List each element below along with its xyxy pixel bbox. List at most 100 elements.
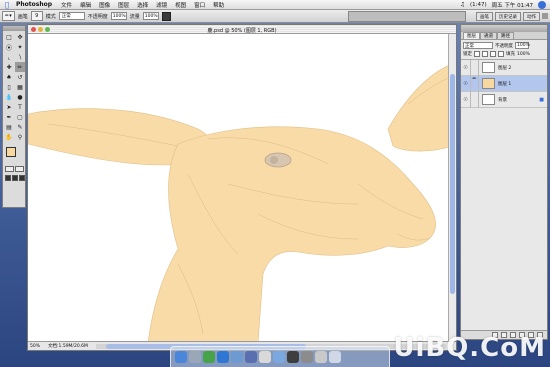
screen-mode-menubar-button[interactable] [12,175,18,181]
lock-position-checkbox[interactable] [490,51,496,57]
dock [170,346,390,367]
notes-tool-icon[interactable]: ▤ [4,122,14,132]
eye-icon[interactable]: ☉ [461,97,470,103]
gradient-tool-icon[interactable]: ▦ [15,82,25,92]
photoshop-icon[interactable] [245,351,257,363]
eyedropper-tool-icon[interactable]: ✎ [15,122,25,132]
palette-tab-actions[interactable]: 动作 [523,12,540,21]
clock[interactable]: 周五 下午 01:47 [492,1,533,9]
menu-help[interactable]: 帮助 [209,1,228,9]
layer-link-cell[interactable] [470,59,479,76]
safari-icon[interactable] [217,351,229,363]
lock-all-checkbox[interactable] [498,51,504,57]
collapse-button[interactable] [542,13,548,19]
screen-mode-full-button[interactable] [19,175,25,181]
path-selection-tool-icon[interactable]: ➤ [4,102,14,112]
layers-panel-titlebar[interactable] [461,25,547,32]
lasso-tool-icon[interactable]: ⦿ [4,42,14,52]
mask-mode-buttons [3,166,25,172]
magic-wand-tool-icon[interactable]: ✦ [15,42,25,52]
brush-tool-preset-button[interactable]: ✏▾ [2,11,15,21]
vertical-scroll-thumb[interactable] [450,74,455,294]
menu-edit[interactable]: 编辑 [76,1,95,9]
shape-tool-icon[interactable]: ▢ [15,112,25,122]
palette-tab-history[interactable]: 历史记录 [495,12,521,21]
screen-mode-buttons [3,175,25,181]
dodge-tool-icon[interactable]: ● [15,92,25,102]
standard-mode-button[interactable] [5,166,14,172]
calendar-icon[interactable] [259,351,271,363]
layer-row[interactable]: ☉ 背景 ■ [461,91,547,108]
lock-image-checkbox[interactable] [482,51,488,57]
iphoto-icon[interactable] [273,351,285,363]
marquee-tool-icon[interactable]: □ [4,32,14,42]
type-tool-icon[interactable]: T [15,102,25,112]
crop-tool-icon[interactable]: ⌞ [4,52,14,62]
tab-paths[interactable]: 路径 [497,32,514,39]
fill-field[interactable]: 100% [517,52,530,57]
menu-image[interactable]: 图像 [95,1,114,9]
vertical-scrollbar[interactable] [448,34,456,343]
layer-row-active[interactable]: ☉ ✏ 图层 1 [461,75,547,92]
brush-picker[interactable]: 9 [30,11,43,21]
airbrush-toggle[interactable] [161,11,171,21]
slice-tool-icon[interactable]: ∖ [15,52,25,62]
folder-icon[interactable] [329,351,341,363]
volume-icon[interactable]: ♫ [460,2,465,8]
spotlight-icon[interactable] [538,1,546,9]
menu-layer[interactable]: 图层 [114,1,133,9]
eraser-tool-icon[interactable]: ▯ [4,82,14,92]
palette-well-tabs: 画笔 历史记录 动作 [476,12,540,21]
zoom-level[interactable]: 50% [30,344,40,349]
menu-view[interactable]: 视图 [171,1,190,9]
layer-row[interactable]: ☉ 图层 2 [461,59,547,76]
stamp-tool-icon[interactable]: ♠ [4,72,14,82]
layer-name: 图层 1 [498,81,512,87]
eye-icon[interactable]: ☉ [461,81,470,87]
lock-transparency-checkbox[interactable] [474,51,480,57]
layer-name: 图层 2 [498,65,512,71]
imovie-icon[interactable] [287,351,299,363]
move-tool-icon[interactable]: ✥ [15,32,25,42]
tab-channels[interactable]: 通道 [480,32,497,39]
opacity-field[interactable]: 100% [110,12,127,20]
menu-filter[interactable]: 滤镜 [152,1,171,9]
document-info[interactable]: 文档:1.59M/20.6M [48,343,88,349]
app-icon[interactable] [315,351,327,363]
finder-icon[interactable] [175,351,187,363]
itunes-icon[interactable] [231,351,243,363]
tab-layers[interactable]: 图层 [463,32,480,39]
menu-file[interactable]: 文件 [57,1,76,9]
preferences-icon[interactable] [301,351,313,363]
ichat-icon[interactable] [203,351,215,363]
pen-tool-icon[interactable]: ✒ [4,112,14,122]
menu-window[interactable]: 窗口 [190,1,209,9]
mail-icon[interactable] [189,351,201,363]
blend-mode-select[interactable]: 正常 [463,42,493,49]
palette-tab-brushes[interactable]: 画笔 [476,12,493,21]
hand-tool-icon[interactable]: ✋ [4,132,14,142]
watermark: UiBQ.CoM [393,333,546,363]
app-menu[interactable]: Photoshop [14,1,57,8]
quick-mask-mode-button[interactable] [15,166,24,172]
mode-select[interactable]: 正常 [58,12,85,20]
battery-status[interactable]: (1:47) [470,2,487,8]
canvas[interactable] [28,34,450,343]
layer-link-cell[interactable] [470,91,479,108]
document-titlebar[interactable]: 鹿.psd @ 50% (图层 1, RGB) [28,25,456,34]
zoom-tool-icon[interactable]: ⚲ [15,132,25,142]
healing-brush-tool-icon[interactable]: ✚ [4,62,14,72]
foreground-color-swatch[interactable] [6,147,16,157]
blur-tool-icon[interactable]: 💧 [4,92,14,102]
brush-tool-icon[interactable]: ✏ [15,62,25,72]
eye-icon[interactable]: ☉ [461,65,470,71]
options-bar: ✏▾ 画笔 9 模式 正常 不透明度 100% 流量 100% 画笔 历史记录 … [0,10,550,23]
menu-select[interactable]: 选择 [133,1,152,9]
history-brush-tool-icon[interactable]: ↺ [15,72,25,82]
screen-mode-standard-button[interactable] [5,175,11,181]
layer-opacity-field[interactable]: 100% [515,42,530,49]
layer-thumbnail [482,78,495,89]
flow-field[interactable]: 100% [142,12,159,20]
brush-icon: ✏ [470,75,479,92]
apple-icon[interactable]:  [0,1,14,9]
